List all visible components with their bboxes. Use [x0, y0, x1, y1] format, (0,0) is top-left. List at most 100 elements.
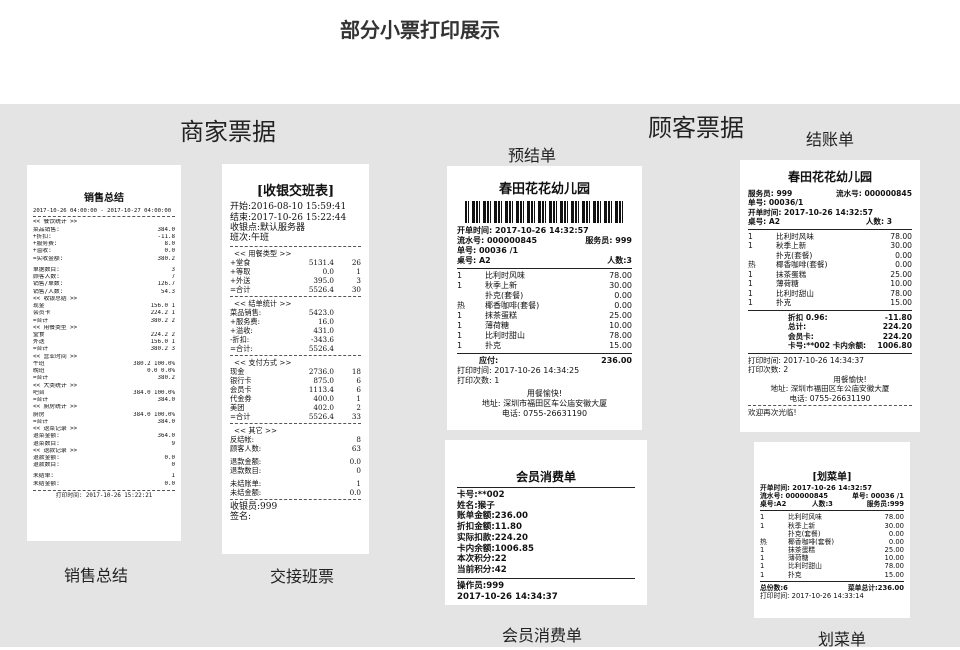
row-amount: 5526.4 — [308, 343, 334, 353]
sales-summary-receipt: 销售总结 2017-10-26 04:00:00 - 2017-10-27 04… — [27, 165, 181, 541]
line-label: =合计 — [33, 375, 49, 382]
item-qty: 热 — [457, 301, 465, 311]
row-label: 退款数目: — [230, 465, 262, 475]
item-name: 薄荷糖 — [485, 321, 509, 331]
line-value — [172, 448, 175, 455]
row-count — [334, 326, 361, 335]
operator: 操作员:999 — [457, 580, 505, 591]
item-qty: 1 — [748, 288, 753, 298]
item-price: 78.00 — [609, 271, 632, 281]
item-qty — [748, 251, 776, 260]
receipt-line: =合计 380.2 3 — [33, 346, 175, 353]
line-label: 退款金额: — [33, 454, 60, 461]
receipt-line: 堂食 224.2 2 — [33, 332, 175, 339]
item-name: 秋季上新 — [788, 521, 816, 530]
receipt-line: << 退款记录 >> — [33, 448, 175, 455]
receipt-title: 春田花花幼儿园 — [498, 182, 590, 197]
item-name: 比利时风味 — [788, 513, 822, 522]
item-name: 扑克 — [776, 298, 792, 308]
line-value — [172, 354, 175, 361]
list-item: 1 比利时甜山 78.00 — [457, 331, 632, 341]
item-qty: 1 — [457, 321, 463, 331]
row-count — [334, 335, 361, 344]
guest-count: 人数:3 — [811, 500, 833, 509]
row-count: 33 — [351, 411, 361, 421]
list-item: 1 抹茶蛋糕 25.00 — [457, 311, 632, 321]
receipt-title: [收银交班表] — [256, 184, 335, 199]
print-time: 打印时间: 2017-10-26 14:34:25 — [457, 366, 580, 376]
receipt-line: +溢收: 0.0 — [33, 248, 175, 255]
line-value: 380.2 3 — [150, 346, 175, 353]
item-price: 10.00 — [609, 321, 632, 331]
line-label: 退款数目: — [33, 462, 60, 469]
receipt-title: [划菜单] — [812, 472, 852, 483]
separator — [230, 422, 361, 424]
item-name: 薄荷糖 — [788, 554, 809, 563]
row-label: 未结账单: — [230, 478, 262, 488]
line-value: 3 — [171, 266, 176, 273]
line-label: 吧台 — [33, 389, 45, 396]
line-label: +服务费: — [33, 241, 58, 248]
line-value: 224.2 2 — [150, 332, 175, 338]
list-item: 1 秋季上新 30.00 — [457, 281, 632, 291]
row-count: 1 — [356, 393, 361, 403]
guest-count: 人数:3 — [607, 256, 632, 266]
item-qty — [760, 530, 788, 538]
bill-number: 单号: 00036 /1 — [852, 492, 904, 501]
receipt-footer: 收银员:999 签名: — [230, 502, 361, 523]
address: 地址: 深圳市福田区车公庙安徽大厦 — [770, 384, 890, 394]
receipt-lines: << 餐饮统计 >> 菜品销售: 384.0 +折扣: -11.8 +服务费: 8.0 +溢收… — [33, 219, 175, 487]
section-heading: << 支付方式 >> — [234, 357, 292, 367]
item-name: 比利时甜山 — [485, 331, 525, 341]
line-value: 384.0 100.0% — [133, 411, 175, 418]
table-row: 未结账单: 1 — [230, 479, 361, 488]
line-value — [172, 404, 175, 411]
caption-checkout: 结账单 — [806, 130, 855, 149]
line-label: 销售/人数: — [33, 288, 64, 295]
receipt-line: =合计 384.0 — [33, 419, 175, 426]
row-label: 未结金额: — [230, 487, 262, 497]
serial-number: 流水号: 000000845 — [457, 236, 538, 246]
total-row: 卡号:**002 卡内余额: 1006.80 — [788, 341, 912, 350]
caption-member: 会员消费单 — [502, 626, 583, 645]
line-value: 126.7 — [157, 281, 175, 288]
table-row: +服务费: 16.0 — [230, 317, 361, 326]
table-row: 退款数目: 0 — [230, 466, 361, 475]
line-value: -11.8 — [157, 233, 175, 240]
amount-due-label: 应付: — [479, 356, 499, 366]
item-qty: 1 — [748, 269, 753, 279]
item-price: 30.00 — [884, 521, 904, 530]
line-label: 未结单: — [33, 473, 54, 480]
item-price: 78.00 — [884, 562, 904, 571]
line-label: =合计 — [33, 346, 49, 353]
line-label: 未结金额: — [33, 480, 60, 487]
row-count: 8 — [356, 434, 361, 444]
row-label: -折扣: — [230, 334, 250, 344]
table-number: 桌号:A2 — [760, 500, 787, 509]
list-item: 1 扑克 15.00 — [748, 298, 912, 307]
receipt-line: 退菜数目: 9 — [33, 441, 175, 448]
row-count: 0.0 — [349, 487, 361, 497]
line-value: 380.2 — [157, 255, 175, 262]
row-count: 6 — [356, 384, 361, 394]
item-price: 15.00 — [609, 341, 632, 351]
row-label: 顾客人数: — [230, 443, 262, 453]
line-label: 销售/单数: — [33, 281, 64, 288]
section-heading: << 结单统计 >> — [234, 298, 292, 308]
line-value: 1 — [171, 473, 176, 480]
table-number: 桌号: A2 — [457, 256, 491, 266]
item-qty: 1 — [760, 513, 765, 522]
line-label: << 退款记录 >> — [33, 447, 78, 454]
item-name: 扑克 — [485, 341, 501, 351]
line-label: 顾客人数: — [33, 274, 60, 281]
line-label: << 用餐类型 >> — [33, 324, 78, 331]
receipt-line: 顾客人数: 7 — [33, 274, 175, 281]
barcode-icon — [465, 201, 624, 224]
receipt-line: 午班 380.2 100.0% — [33, 361, 175, 368]
checkout-receipt: 春田花花幼儿园 服务员: 999 流水号: 000000845 单号: 00036… — [740, 160, 920, 432]
print-time: 打印时间: 2017-10-26 15:22:21 — [55, 492, 153, 499]
separator — [230, 245, 361, 247]
line-value: 9 — [171, 440, 176, 447]
list-item: 热 椰香咖啡(套餐) 0.00 — [748, 260, 912, 269]
caption-sales: 销售总结 — [64, 566, 129, 585]
